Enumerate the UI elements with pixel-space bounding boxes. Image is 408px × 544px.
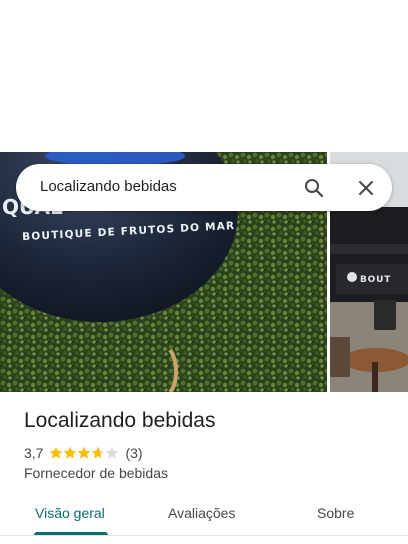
place-tabs: Visão geral Avaliações Sobre bbox=[0, 495, 408, 540]
star-icon bbox=[78, 446, 91, 459]
search-input[interactable]: Localizando bebidas bbox=[40, 178, 177, 195]
star-icon bbox=[106, 446, 119, 459]
rating-value: 3,7 bbox=[24, 445, 44, 461]
tab-about[interactable]: Sobre bbox=[317, 505, 354, 521]
search-bar[interactable]: Localizando bebidas bbox=[16, 164, 392, 211]
tab-reviews[interactable]: Avaliações bbox=[168, 505, 235, 521]
place-category[interactable]: Fornecedor de bebidas bbox=[24, 465, 168, 481]
tabs-divider bbox=[0, 535, 408, 536]
review-count[interactable]: (3) bbox=[125, 445, 142, 461]
rating-row[interactable]: 3,7 (3) bbox=[24, 444, 143, 462]
star-icon bbox=[50, 446, 63, 459]
place-title: Localizando bebidas bbox=[24, 409, 216, 432]
tab-overview[interactable]: Visão geral bbox=[35, 505, 105, 521]
map-blank-area bbox=[0, 0, 408, 152]
star-rating bbox=[49, 446, 119, 460]
interior-sign-text: BOUT bbox=[360, 275, 391, 285]
star-icon bbox=[64, 446, 77, 459]
star-icon bbox=[92, 446, 105, 459]
search-icon[interactable] bbox=[302, 176, 326, 200]
close-icon[interactable] bbox=[354, 176, 378, 200]
